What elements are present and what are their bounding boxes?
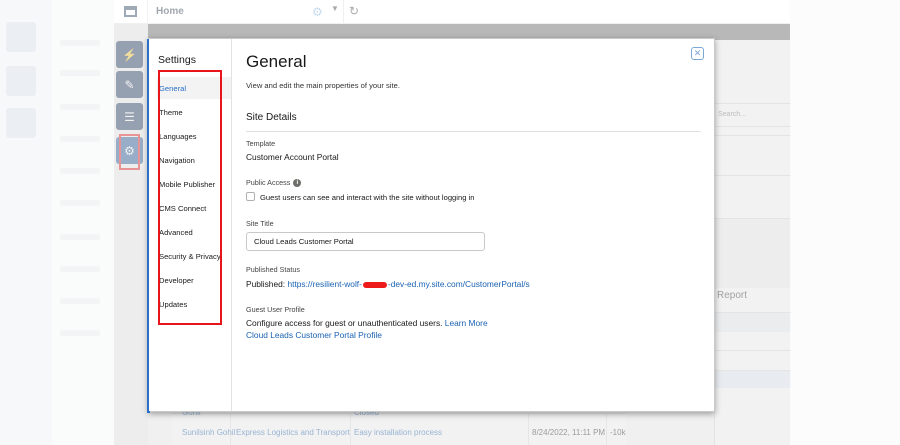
components-button[interactable]: ⚡ bbox=[116, 41, 143, 68]
settings-nav-advanced[interactable]: Advanced bbox=[159, 228, 193, 237]
page-title: Home bbox=[156, 6, 184, 17]
background-block bbox=[6, 108, 36, 138]
layout-icon bbox=[124, 6, 137, 17]
info-icon[interactable]: i bbox=[293, 179, 302, 188]
refresh-icon[interactable]: ↻ bbox=[349, 4, 359, 18]
settings-nav-cms-connect[interactable]: CMS Connect bbox=[159, 204, 206, 213]
section-divider bbox=[246, 131, 701, 132]
chevron-down-icon[interactable]: ▼ bbox=[331, 4, 339, 13]
settings-nav-developer[interactable]: Developer bbox=[159, 276, 194, 285]
builder-menu-button[interactable] bbox=[114, 0, 148, 24]
content-heading: General bbox=[246, 52, 307, 71]
published-status-value: Published: https://resilient-wolf- -dev-e… bbox=[246, 279, 530, 289]
background-app-panel bbox=[52, 0, 114, 445]
published-status-label: Published Status bbox=[246, 265, 300, 274]
template-label: Template bbox=[246, 139, 276, 148]
settings-nav-languages[interactable]: Languages bbox=[159, 132, 197, 141]
brush-icon: ✎ bbox=[124, 77, 135, 92]
page-structure-button[interactable]: ☰ bbox=[116, 103, 143, 130]
builder-left-rail: ⚡ ✎ ☰ ⚙ bbox=[114, 24, 148, 445]
table-cell-amount: -10k bbox=[610, 428, 626, 437]
page-settings-gear-icon[interactable]: ⚙ bbox=[312, 5, 323, 19]
guest-profile-label: Guest User Profile bbox=[246, 305, 305, 314]
settings-nav-security-privacy[interactable]: Security & Privacy bbox=[159, 252, 221, 261]
settings-modal: Settings General Theme Languages Navigat… bbox=[147, 38, 715, 413]
public-access-checkbox[interactable] bbox=[246, 192, 255, 201]
site-title-input[interactable] bbox=[246, 232, 485, 251]
table-cell-company: Express Logistics and Transport bbox=[236, 428, 350, 437]
background-table: Gohil Closed Sunilsinh Gohil Express Log… bbox=[172, 408, 626, 445]
settings-nav-mobile-publisher[interactable]: Mobile Publisher bbox=[159, 180, 215, 189]
guest-profile-text: Configure access for guest or unauthenti… bbox=[246, 318, 488, 328]
lightning-icon: ⚡ bbox=[122, 47, 137, 62]
background-page-content: Search... Report bbox=[714, 40, 791, 445]
redaction-mark bbox=[362, 281, 387, 288]
settings-nav-theme[interactable]: Theme bbox=[159, 108, 183, 117]
settings-nav-navigation[interactable]: Navigation bbox=[159, 156, 195, 165]
table-cell-date: 8/24/2022, 11:11 PM bbox=[532, 428, 606, 437]
background-report-title: Report bbox=[717, 290, 748, 301]
section-title: Site Details bbox=[246, 112, 297, 123]
learn-more-link[interactable]: Learn More bbox=[445, 318, 488, 328]
background-block bbox=[6, 22, 36, 52]
public-access-checkbox-label: Guest users can see and interact with th… bbox=[260, 193, 475, 202]
template-value: Customer Account Portal bbox=[246, 152, 339, 162]
settings-nav-updates[interactable]: Updates bbox=[159, 300, 187, 309]
guest-profile-link[interactable]: Cloud Leads Customer Portal Profile bbox=[246, 330, 382, 340]
settings-content: General View and edit the main propertie… bbox=[246, 39, 711, 411]
builder-top-bar: Home ⚙ ▼ ↻ bbox=[114, 0, 790, 24]
content-description: View and edit the main properties of you… bbox=[246, 81, 400, 90]
background-block bbox=[6, 66, 36, 96]
site-title-label: Site Title bbox=[246, 219, 274, 228]
background-right-area bbox=[790, 0, 900, 445]
background-app-sidebar bbox=[0, 0, 52, 445]
background-search: Search... bbox=[715, 103, 791, 127]
list-icon: ☰ bbox=[124, 109, 135, 124]
settings-nav: Settings General Theme Languages Navigat… bbox=[149, 39, 232, 411]
settings-button-highlight bbox=[119, 134, 140, 170]
table-cell-name: Sunilsinh Gohil bbox=[182, 428, 236, 437]
table-cell-subject: Easy installation process bbox=[354, 428, 443, 437]
theme-button[interactable]: ✎ bbox=[116, 71, 143, 98]
public-access-label: Public Access i bbox=[246, 178, 302, 188]
settings-nav-general[interactable]: General bbox=[159, 84, 186, 93]
settings-nav-title: Settings bbox=[158, 54, 196, 66]
published-url-link[interactable]: https://resilient-wolf- -dev-ed.my.site.c… bbox=[287, 279, 529, 289]
